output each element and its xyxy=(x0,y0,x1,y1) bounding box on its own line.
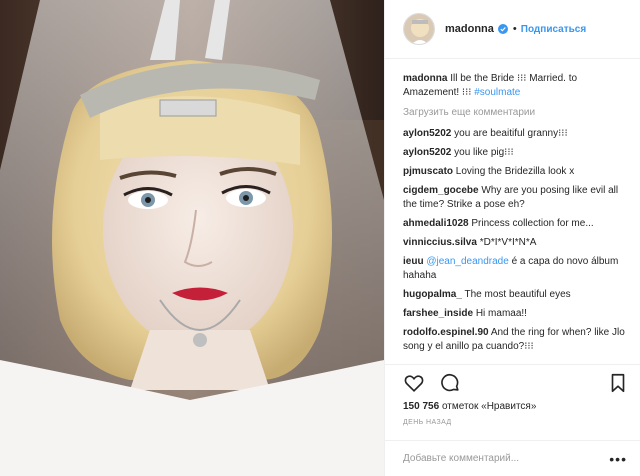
avatar[interactable] xyxy=(403,13,435,45)
post-header: madonna • Подписаться xyxy=(385,0,640,59)
comment-text: Hi mamaa!! xyxy=(475,308,527,319)
comments-list: madonna Ill be the Bride ⁝⁝⁝ Married. to… xyxy=(385,64,640,364)
comment-username[interactable]: hugopalma_ xyxy=(403,289,462,300)
comment-username[interactable]: ieuu xyxy=(403,256,424,267)
comment-text: *D*I*V*I*N*A xyxy=(479,237,537,248)
caption: madonna Ill be the Bride ⁝⁝⁝ Married. to… xyxy=(403,72,625,100)
comment-item: cigdem_gocebe Why are you posing like ev… xyxy=(403,184,625,212)
comment-item: hugopalma_ The most beautiful eyes xyxy=(403,288,625,302)
caption-username[interactable]: madonna xyxy=(403,73,447,84)
likes-number: 150 756 xyxy=(403,401,440,412)
comment-icon[interactable] xyxy=(439,372,461,394)
likes-count[interactable]: 150 756 отметок «Нравится» xyxy=(403,401,536,412)
post-timestamp[interactable]: ДЕНЬ НАЗАД xyxy=(403,419,452,426)
post-side-panel: madonna • Подписаться madonna Ill be the… xyxy=(384,0,640,476)
post-photo[interactable] xyxy=(0,0,384,476)
add-comment-input[interactable]: Добавьте комментарий... xyxy=(403,453,609,464)
comment-item: rodolfo.espinel.90 And the ring for when… xyxy=(403,326,625,354)
comment-username[interactable]: pjmuscato xyxy=(403,166,453,177)
comment-username[interactable]: aylon5202 xyxy=(403,128,451,139)
comment-item: aylon5202 you like pig⁝⁝⁝ xyxy=(403,146,625,160)
comment-text: you like pig⁝⁝⁝ xyxy=(454,147,514,158)
heart-icon[interactable] xyxy=(403,372,425,394)
comment-username[interactable]: aylon5202 xyxy=(403,147,451,158)
more-options-icon[interactable]: ••• xyxy=(609,451,627,467)
comment-username[interactable]: farshee_inside xyxy=(403,308,473,319)
comment-text: Loving the Bridezilla look x xyxy=(455,166,575,177)
comment-username[interactable]: ahmedali1028 xyxy=(403,218,469,229)
comment-text: Princess collection for me... xyxy=(471,218,594,229)
comment-item: vinniccius.silva *D*I*V*I*N*A xyxy=(403,236,625,250)
likes-suffix: отметок «Нравится» xyxy=(441,401,537,412)
comment-item: ieuu @jean_deandrade é a capa do novo ál… xyxy=(403,255,625,283)
comment-username[interactable]: cigdem_gocebe xyxy=(403,185,479,196)
follow-button[interactable]: Подписаться xyxy=(521,24,586,35)
comment-text: you are beaitiful granny⁝⁝⁝ xyxy=(454,128,568,139)
bookmark-icon[interactable] xyxy=(607,372,629,394)
comment-item: pjmuscato Loving the Bridezilla look x xyxy=(403,165,625,179)
comment-item: farshee_inside Hi mamaa!! xyxy=(403,307,625,321)
comment-item: aylon5202 you are beaitiful granny⁝⁝⁝ xyxy=(403,127,625,141)
comment-username[interactable]: rodolfo.espinel.90 xyxy=(403,327,489,338)
caption-hashtag[interactable]: #soulmate xyxy=(474,87,520,98)
header-separator: • xyxy=(512,23,517,35)
comment-text: The most beautiful eyes xyxy=(464,289,571,300)
action-bar xyxy=(385,364,640,400)
comment-mention[interactable]: @jean_deandrade xyxy=(426,256,508,267)
add-comment-bar: Добавьте комментарий... ••• xyxy=(385,440,640,476)
load-more-comments-button[interactable]: Загрузить еще комментарии xyxy=(403,106,625,120)
comment-username[interactable]: vinniccius.silva xyxy=(403,237,477,248)
header-username[interactable]: madonna xyxy=(445,23,494,35)
comment-item: ahmedali1028 Princess collection for me.… xyxy=(403,217,625,231)
verified-badge-icon xyxy=(497,24,508,34)
